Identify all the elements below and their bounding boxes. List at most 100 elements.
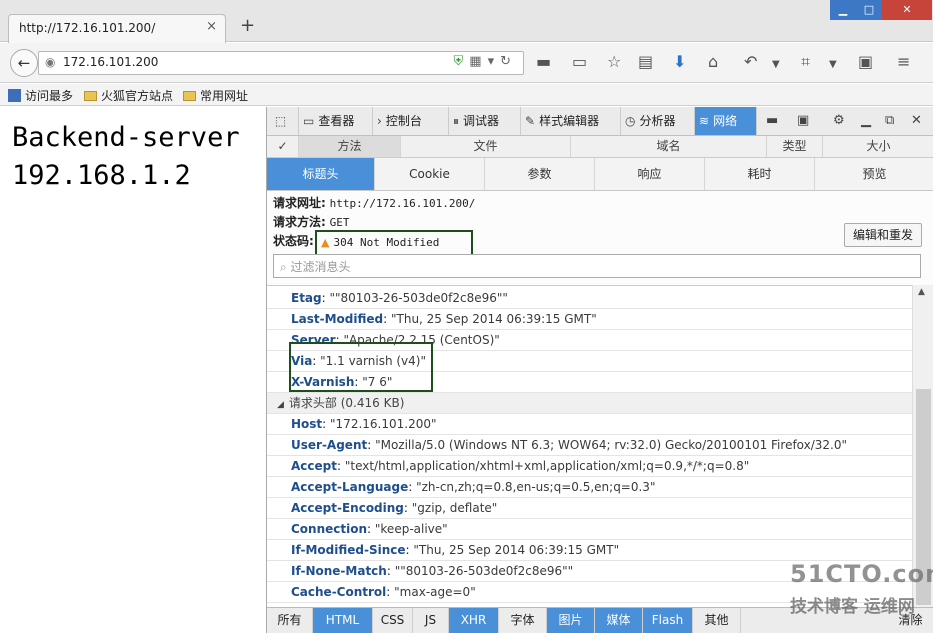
bookmarks-bar: 访问最多 火狐官方站点 常用网址 bbox=[0, 84, 933, 106]
header-row: Etag: ""80103-26-503de0f2c8e96"" bbox=[267, 288, 912, 309]
folder-icon bbox=[84, 91, 97, 101]
column-type[interactable]: 类型 bbox=[767, 136, 823, 157]
tab-console[interactable]: › 控制台 bbox=[373, 107, 449, 135]
filter-headers-input[interactable]: ⌕ 过滤消息头 bbox=[273, 254, 921, 278]
request-method-value: GET bbox=[329, 216, 350, 229]
headers-scrollbar[interactable]: ▲ bbox=[912, 285, 933, 607]
debugger-icon: ⏸ bbox=[453, 114, 460, 128]
column-method[interactable]: 方法 bbox=[299, 136, 401, 157]
request-list-header: ✓ 方法 文件 域名 类型 大小 bbox=[267, 136, 933, 158]
dock-bottom-icon[interactable]: ▁ bbox=[861, 113, 871, 128]
request-headers-section[interactable]: ◢ 请求头部 (0.416 KB) bbox=[267, 393, 912, 414]
folder-icon bbox=[183, 91, 196, 101]
download-icon[interactable]: ⬇ bbox=[673, 53, 686, 71]
column-file[interactable]: 文件 bbox=[401, 136, 571, 157]
dropdown-icon[interactable]: ▾ bbox=[488, 54, 501, 69]
tab-response[interactable]: 响应 bbox=[595, 158, 705, 190]
bookmark-firefox-site[interactable]: 火狐官方站点 bbox=[84, 87, 173, 104]
scratchpad-icon[interactable]: ▬ bbox=[766, 113, 778, 128]
tab-headers[interactable]: 标题头 bbox=[267, 158, 375, 190]
tab-timings[interactable]: 耗时 bbox=[705, 158, 815, 190]
undo-dropdown-icon[interactable]: ▼ bbox=[772, 56, 780, 74]
inspector-icon: ▭ bbox=[303, 114, 315, 128]
window-close-button[interactable]: ✕ bbox=[882, 0, 932, 20]
browser-tab[interactable]: http://172.16.101.200/ × bbox=[8, 14, 226, 43]
star-icon[interactable]: ☆ bbox=[607, 53, 621, 71]
bookmark-common-sites[interactable]: 常用网址 bbox=[183, 87, 248, 104]
inspect-button[interactable]: ⬚ bbox=[267, 107, 299, 135]
profiler-icon: ◷ bbox=[625, 114, 636, 128]
responsive-icon[interactable]: ▣ bbox=[797, 113, 809, 128]
bookmark-most-visited[interactable]: 访问最多 bbox=[8, 87, 73, 104]
column-size[interactable]: 大小 bbox=[823, 136, 933, 157]
edit-and-resend-button[interactable]: 编辑和重发 bbox=[843, 223, 922, 247]
undo-icon[interactable]: ↶ bbox=[744, 53, 757, 71]
folder-icon[interactable]: ▬ bbox=[536, 53, 551, 71]
tab-strip: http://172.16.101.200/ × + ▁ □ ✕ bbox=[0, 0, 933, 43]
filter-other[interactable]: 其他 bbox=[693, 608, 741, 633]
tab-close-icon[interactable]: × bbox=[206, 19, 217, 34]
header-row: Accept-Encoding: "gzip, deflate" bbox=[267, 498, 912, 519]
new-tab-button[interactable]: + bbox=[240, 17, 255, 35]
filter-css[interactable]: CSS bbox=[373, 608, 413, 633]
tab-inspector[interactable]: ▭ 查看器 bbox=[299, 107, 373, 135]
filter-js[interactable]: JS bbox=[413, 608, 449, 633]
tab-preview[interactable]: 预览 bbox=[815, 158, 933, 190]
watermark-subtitle: 技术博客 运维网 bbox=[790, 597, 915, 617]
style-editor-icon: ✎ bbox=[525, 114, 536, 128]
header-row: Accept-Language: "zh-cn,zh;q=0.8,en-us;q… bbox=[267, 477, 912, 498]
filter-media[interactable]: 媒体 bbox=[595, 608, 643, 633]
crop-dropdown-icon[interactable]: ▼ bbox=[829, 56, 837, 74]
url-bar[interactable]: ◉ 172.16.101.200 ⛨▦▾↻ bbox=[38, 51, 524, 75]
filter-xhr[interactable]: XHR bbox=[449, 608, 499, 633]
back-button[interactable]: ← bbox=[10, 49, 38, 77]
shield-icon[interactable]: ⛨ bbox=[454, 54, 470, 69]
filter-html[interactable]: HTML bbox=[313, 608, 373, 633]
warning-triangle-icon: ▲ bbox=[321, 236, 330, 249]
url-text: 172.16.101.200 bbox=[63, 55, 159, 69]
inspect-icon: ⬚ bbox=[274, 114, 287, 128]
tab-cookie[interactable]: Cookie bbox=[375, 158, 485, 190]
status-highlight-box: ▲ 304 Not Modified bbox=[315, 230, 473, 256]
filter-fonts[interactable]: 字体 bbox=[499, 608, 547, 633]
reload-icon[interactable]: ↻ bbox=[500, 54, 517, 69]
column-status[interactable]: ✓ bbox=[267, 136, 299, 157]
maximize-button[interactable]: □ bbox=[856, 0, 882, 20]
page-content: Backend-server 192.168.1.2 bbox=[0, 107, 266, 633]
devtools-panel: ⬚ ▭ 查看器 › 控制台 ⏸ 调试器 ✎ 样式编辑器 ◷ 分析器 ≋ 网络 ▬ ▣ ⚙ ▁… bbox=[266, 107, 933, 633]
crop-icon[interactable]: ⌗ bbox=[801, 53, 810, 71]
tab-profiler[interactable]: ◷ 分析器 bbox=[621, 107, 695, 135]
tab-network[interactable]: ≋ 网络 bbox=[695, 107, 757, 135]
tab-style-editor[interactable]: ✎ 样式编辑器 bbox=[521, 107, 621, 135]
undock-icon[interactable]: ⧉ bbox=[885, 113, 894, 128]
window-icon[interactable]: ▭ bbox=[572, 53, 587, 71]
scroll-up-icon[interactable]: ▲ bbox=[918, 287, 925, 297]
header-row: Last-Modified: "Thu, 25 Sep 2014 06:39:1… bbox=[267, 309, 912, 330]
back-arrow-icon: ← bbox=[17, 54, 31, 72]
devtools-close-icon[interactable]: ✕ bbox=[911, 113, 922, 128]
menu-icon[interactable]: ≡ bbox=[897, 53, 910, 71]
filter-all[interactable]: 所有 bbox=[267, 608, 313, 633]
column-domain[interactable]: 域名 bbox=[571, 136, 767, 157]
tab-params[interactable]: 参数 bbox=[485, 158, 595, 190]
minimize-button[interactable]: ▁ bbox=[830, 0, 856, 20]
qr-icon[interactable]: ▦ bbox=[469, 54, 487, 69]
watermark-logo: 51CTO.com bbox=[790, 560, 933, 588]
request-url-row: 请求网址: http://172.16.101.200/ bbox=[273, 196, 476, 210]
settings-gear-icon[interactable]: ⚙ bbox=[833, 113, 845, 128]
header-row: Accept: "text/html,application/xhtml+xml… bbox=[267, 456, 912, 477]
search-icon: ⌕ bbox=[280, 260, 291, 274]
header-row: Host: "172.16.101.200" bbox=[267, 414, 912, 435]
tab-debugger[interactable]: ⏸ 调试器 bbox=[449, 107, 521, 135]
tab-title: http://172.16.101.200/ bbox=[19, 21, 156, 35]
addon-icon[interactable]: ▣ bbox=[858, 53, 873, 71]
status-code-value: 304 Not Modified bbox=[333, 236, 440, 249]
status-code-row: 状态码: bbox=[273, 234, 314, 248]
header-row: User-Agent: "Mozilla/5.0 (Windows NT 6.3… bbox=[267, 435, 912, 456]
filter-flash[interactable]: Flash bbox=[643, 608, 693, 633]
reading-list-icon[interactable]: ▤ bbox=[638, 53, 653, 71]
via-highlight-box bbox=[289, 342, 433, 392]
home-icon[interactable]: ⌂ bbox=[708, 53, 718, 71]
filter-images[interactable]: 图片 bbox=[547, 608, 595, 633]
header-row: If-Modified-Since: "Thu, 25 Sep 2014 06:… bbox=[267, 540, 912, 561]
